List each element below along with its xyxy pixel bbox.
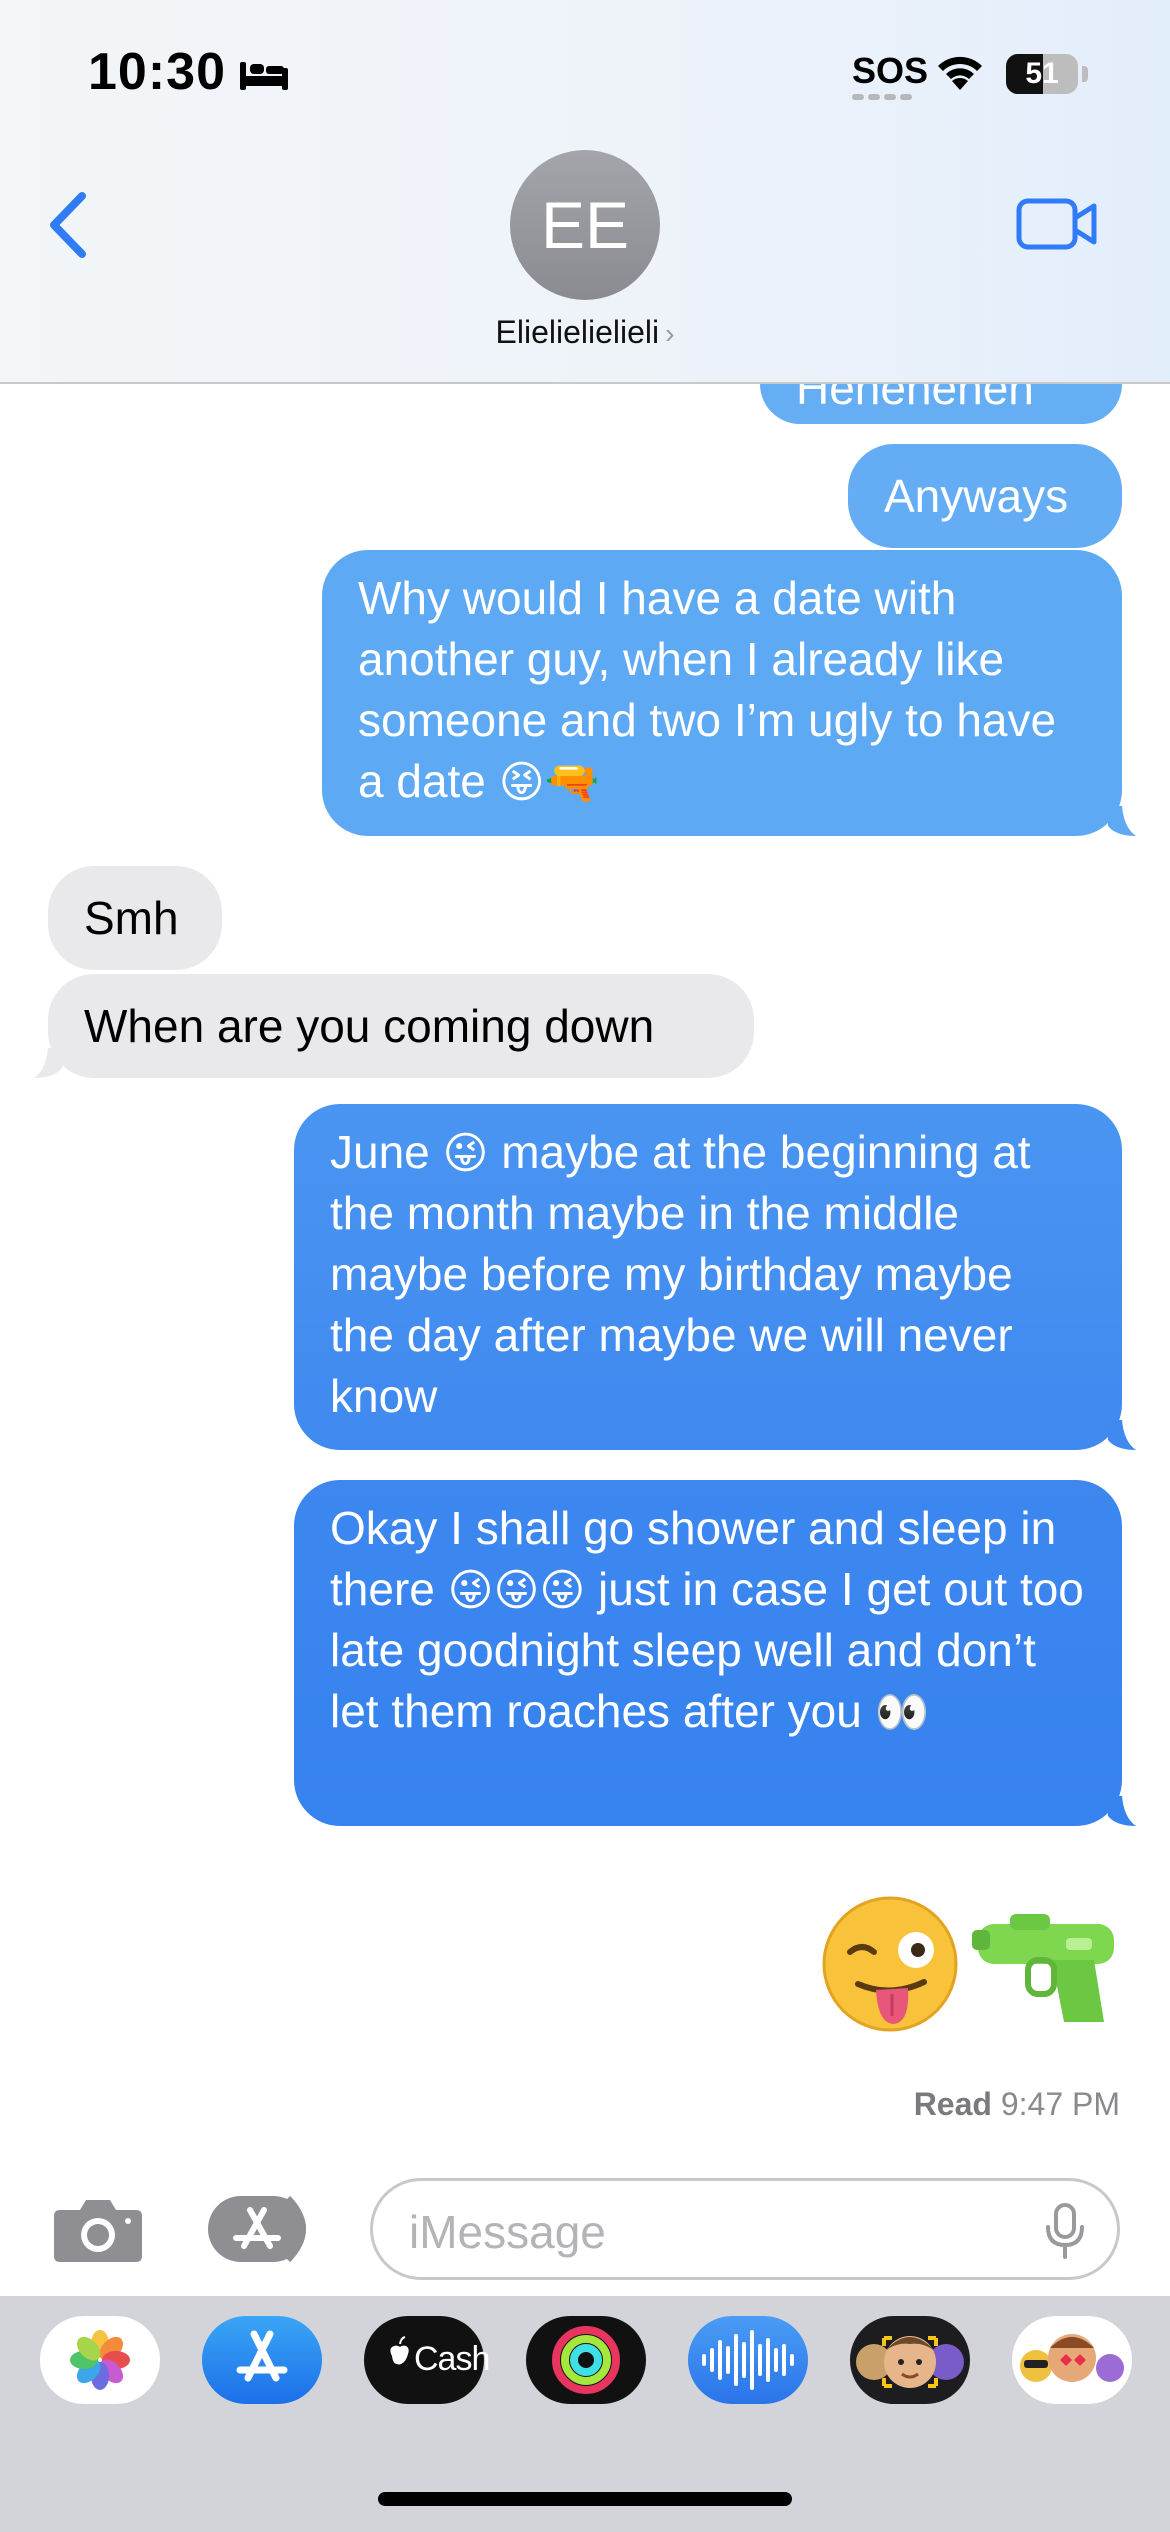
message-text: Anyways bbox=[884, 470, 1069, 522]
app-store-a-icon bbox=[236, 2330, 288, 2382]
battery-percent: 51 bbox=[1025, 57, 1059, 90]
camera-icon[interactable] bbox=[52, 2194, 144, 2264]
sleep-focus-icon bbox=[240, 62, 288, 90]
water-pistol-icon bbox=[972, 1914, 1114, 2022]
status-time: 10:30 bbox=[88, 43, 226, 101]
message-text: Heheheheh bbox=[796, 384, 1034, 414]
audio-message-app-icon[interactable] bbox=[688, 2316, 808, 2404]
conversation-header: 10:30 SOS 51 EE Elielielielieli › bbox=[0, 0, 1170, 384]
message-text: Why would I have a date with another guy… bbox=[358, 572, 1057, 807]
wifi-icon bbox=[938, 56, 982, 90]
activity-rings-icon bbox=[552, 2326, 620, 2394]
message-text: just in case I get out too late goodnigh… bbox=[330, 1563, 1084, 1737]
imessage-input[interactable]: iMessage bbox=[370, 2178, 1120, 2280]
memoji-stickers-app-icon[interactable] bbox=[1012, 2316, 1132, 2404]
message-bubble-sent[interactable]: Anyways bbox=[848, 444, 1122, 548]
message-emoji: 😜😜😜 bbox=[447, 1565, 586, 1616]
read-time: 9:47 PM bbox=[1000, 2086, 1120, 2122]
activity-app-icon[interactable] bbox=[526, 2316, 646, 2404]
memoji-face-icon bbox=[856, 2336, 964, 2388]
photos-flower-icon bbox=[70, 2330, 130, 2390]
memoji-stickers-icon bbox=[1020, 2334, 1124, 2382]
message-emoji: 👀 bbox=[874, 1687, 930, 1738]
compose-bar: iMessage bbox=[0, 2160, 1170, 2296]
input-placeholder: iMessage bbox=[409, 2206, 606, 2258]
contact-name-label: Elielielielieli bbox=[495, 314, 660, 350]
message-thread[interactable]: Heheheheh Anyways Why would I have a dat… bbox=[0, 384, 1170, 2154]
message-bubble-sent[interactable]: Heheheheh bbox=[760, 384, 1122, 424]
sos-indicator: SOS bbox=[852, 50, 929, 91]
read-receipt: Read 9:47 PM bbox=[914, 2086, 1120, 2123]
contact-avatar[interactable]: EE bbox=[510, 150, 660, 300]
apple-cash-app-icon[interactable]: Cash bbox=[364, 2316, 490, 2404]
bubble-tail bbox=[34, 1048, 62, 1078]
battery-indicator: 51 bbox=[1006, 54, 1078, 94]
message-text: Smh bbox=[84, 892, 179, 944]
bubble-tail bbox=[1108, 1796, 1136, 1826]
back-chevron-icon[interactable] bbox=[46, 190, 90, 260]
memoji-camera-app-icon[interactable] bbox=[850, 2316, 970, 2404]
bubble-tail bbox=[1108, 806, 1136, 836]
message-emojis: 😝🔫 bbox=[498, 757, 600, 808]
app-store-drawer-icon[interactable] bbox=[206, 2194, 318, 2264]
photos-app-icon[interactable] bbox=[40, 2316, 160, 2404]
home-indicator[interactable] bbox=[378, 2492, 792, 2506]
message-bubble-received[interactable]: Smh bbox=[48, 866, 222, 970]
read-label: Read bbox=[913, 2086, 992, 2122]
message-bubble-sent[interactable]: June 😜 maybe at the beginning at the mon… bbox=[294, 1104, 1122, 1450]
microphone-icon[interactable] bbox=[1043, 2203, 1087, 2259]
message-emoji: 😜 bbox=[442, 1128, 489, 1179]
message-bubble-sent[interactable]: Why would I have a date with another guy… bbox=[322, 550, 1122, 836]
contact-name[interactable]: Elielielielieli › bbox=[0, 314, 1170, 351]
facetime-video-icon[interactable] bbox=[1016, 196, 1098, 252]
cash-label: Cash bbox=[414, 2340, 490, 2378]
contact-details-chevron-icon: › bbox=[665, 318, 675, 349]
signal-dots-icon bbox=[852, 94, 912, 100]
winking-tongue-face-icon bbox=[822, 1896, 958, 2032]
message-bubble-sent[interactable]: Okay I shall go shower and sleep in ther… bbox=[294, 1480, 1122, 1826]
waveform-icon bbox=[702, 2330, 794, 2390]
app-store-app-icon[interactable] bbox=[202, 2316, 322, 2404]
message-bubble-received[interactable]: When are you coming down bbox=[48, 974, 754, 1078]
battery-nub bbox=[1082, 66, 1088, 82]
status-bar: 10:30 SOS 51 bbox=[0, 0, 1170, 140]
message-text: June bbox=[330, 1126, 430, 1178]
message-text: maybe at the beginning at the month mayb… bbox=[330, 1126, 1031, 1422]
bubble-tail bbox=[1108, 1420, 1136, 1450]
message-text: When are you coming down bbox=[84, 1000, 655, 1052]
